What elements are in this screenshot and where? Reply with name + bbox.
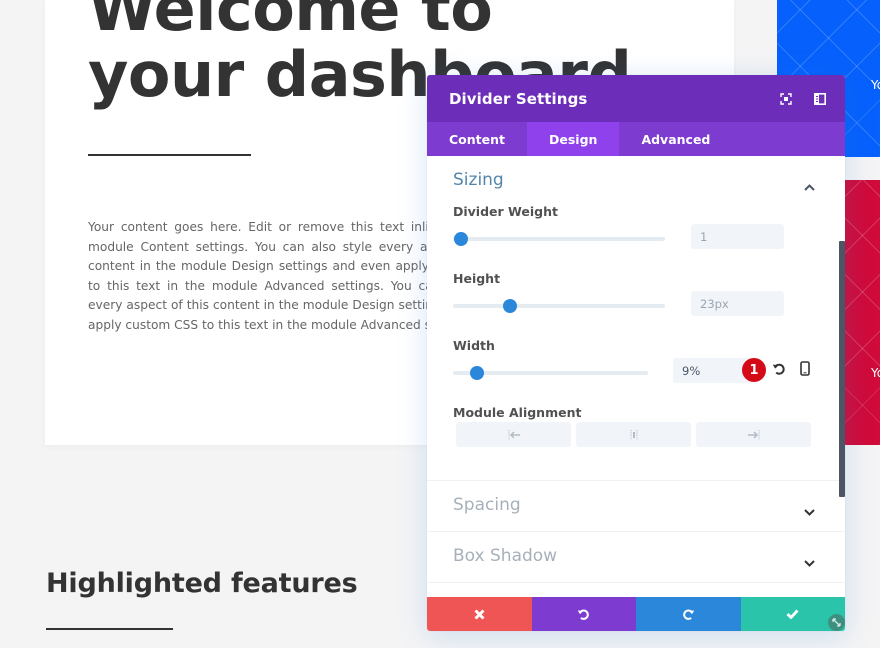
panel-header[interactable]: Divider Settings — [427, 75, 845, 122]
align-center-button[interactable] — [576, 422, 691, 447]
alignment-options — [456, 422, 819, 447]
promo-text: Yo — [871, 366, 880, 380]
height-slider[interactable] — [453, 299, 665, 313]
promo-pattern — [845, 180, 880, 445]
section-sizing-toggle[interactable]: Sizing — [453, 156, 819, 204]
align-left-button[interactable] — [456, 422, 571, 447]
tab-content[interactable]: Content — [427, 122, 527, 156]
section-spacing-title: Spacing — [453, 495, 521, 515]
align-right-button[interactable] — [696, 422, 811, 447]
field-divider-weight: Divider Weight 1 — [453, 204, 819, 271]
field-label: Module Alignment — [453, 405, 582, 420]
align-left-icon — [508, 429, 520, 440]
checkmark-icon — [786, 609, 799, 619]
chevron-up-icon[interactable] — [804, 176, 815, 195]
focus-mode-icon[interactable] — [769, 75, 803, 122]
resize-handle-icon[interactable] — [828, 614, 845, 631]
section-box-shadow[interactable]: Box Shadow — [427, 532, 845, 583]
divider-weight-slider[interactable] — [453, 232, 665, 246]
width-slider[interactable] — [453, 366, 648, 380]
undo-icon — [577, 609, 590, 620]
step-badge: 1 — [742, 358, 766, 382]
promo-card-red: Yo — [845, 180, 880, 445]
chevron-down-icon[interactable] — [804, 552, 815, 571]
width-input[interactable]: 9% — [673, 358, 753, 383]
reset-icon[interactable] — [772, 361, 786, 380]
tab-advanced[interactable]: Advanced — [619, 122, 732, 156]
sidebar-toggle-icon[interactable] — [803, 75, 837, 122]
tab-design[interactable]: Design — [527, 122, 620, 156]
features-divider — [46, 628, 173, 630]
hero-body-text: Your content goes here. Edit or remove t… — [88, 220, 427, 332]
panel-title: Divider Settings — [449, 89, 588, 108]
chevron-down-icon[interactable] — [804, 501, 815, 520]
align-right-icon — [747, 429, 759, 440]
field-module-alignment: Module Alignment — [453, 405, 819, 447]
hero-body-wrapper: Your content goes here. Edit or remove t… — [45, 0, 427, 445]
section-box-shadow-title: Box Shadow — [453, 546, 558, 566]
slider-thumb[interactable] — [470, 366, 485, 380]
slider-thumb[interactable] — [503, 299, 517, 313]
field-width: Width 9% 1 — [453, 338, 819, 405]
discard-button[interactable] — [427, 597, 532, 631]
field-label: Width — [453, 338, 495, 353]
field-label: Height — [453, 271, 501, 286]
undo-button[interactable] — [531, 597, 636, 631]
redo-icon — [682, 609, 695, 620]
divider-weight-input[interactable]: 1 — [691, 224, 784, 249]
section-sizing: Sizing Divider Weight 1 Height 23px Widt… — [427, 156, 845, 481]
section-spacing[interactable]: Spacing — [427, 481, 845, 532]
align-center-icon — [630, 429, 637, 440]
height-input[interactable]: 23px — [691, 291, 784, 316]
field-height: Height 23px — [453, 271, 819, 338]
slider-thumb[interactable] — [454, 232, 468, 246]
features-heading: Highlighted features — [46, 568, 358, 599]
panel-scrollbar[interactable] — [839, 241, 845, 497]
panel-body: Sizing Divider Weight 1 Height 23px Widt… — [427, 156, 845, 597]
field-label: Divider Weight — [453, 204, 558, 219]
promo-text: Yo — [871, 78, 880, 92]
redo-button[interactable] — [636, 597, 741, 631]
divider-settings-panel: Divider Settings Content Design Advanced… — [427, 75, 845, 631]
close-icon — [474, 608, 485, 620]
responsive-device-icon[interactable] — [800, 361, 810, 380]
panel-footer — [427, 597, 845, 631]
panel-tabs: Content Design Advanced — [427, 122, 845, 156]
